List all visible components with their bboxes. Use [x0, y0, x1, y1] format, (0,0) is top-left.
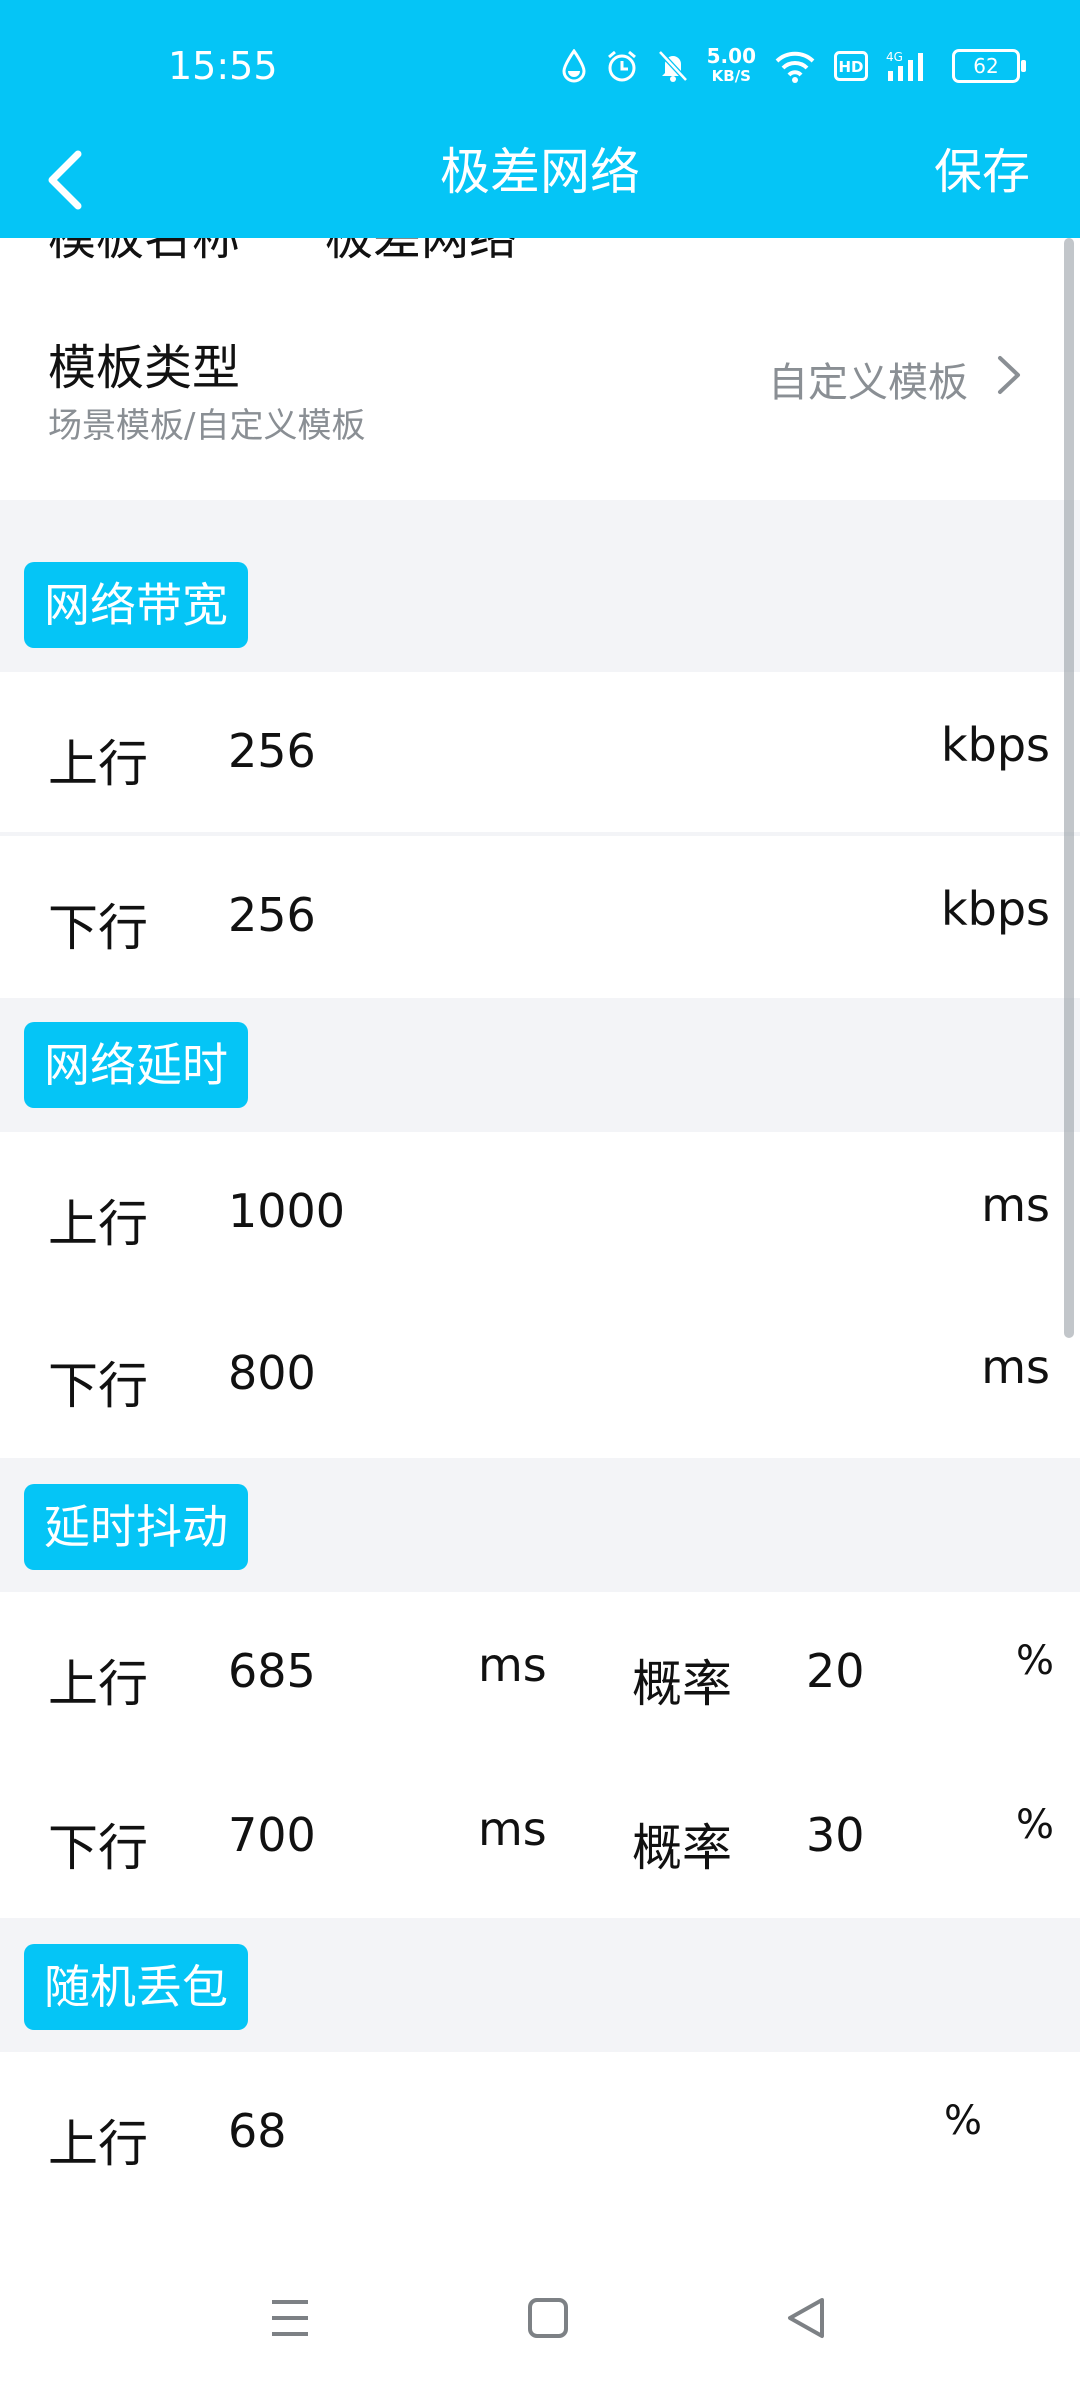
jitter-up-prob-label: 概率: [632, 1655, 732, 1713]
packet-loss-up-row: 上行 68 %: [0, 2052, 1080, 2212]
jitter-down-prob-input[interactable]: 30: [806, 1808, 865, 1862]
data-saver-icon: [562, 49, 586, 83]
scrollbar[interactable]: [1064, 238, 1074, 1338]
latency-up-row: 上行 1000 ms: [0, 1132, 1080, 1292]
bandwidth-up-row: 上行 256 kbps: [0, 672, 1080, 832]
latency-down-input[interactable]: 800: [228, 1346, 316, 1400]
wifi-icon: [775, 51, 815, 83]
status-bar: 15:55 5.00 KB/S HD 4G 62: [0, 0, 1080, 138]
mute-bell-icon: [657, 50, 688, 82]
template-name-row[interactable]: 模板名称 极差网络: [0, 238, 1080, 288]
template-form: 模板名称 极差网络 模板类型 场景模板/自定义模板 自定义模板 网络带宽 上行 …: [0, 238, 1080, 2248]
signal-4g-icon: 4G: [886, 50, 923, 81]
packet-loss-up-label: 上行: [48, 2115, 148, 2173]
bandwidth-down-unit: kbps: [940, 882, 1050, 936]
chevron-right-icon: [998, 356, 1020, 394]
template-type-row[interactable]: 模板类型 场景模板/自定义模板 自定义模板: [0, 328, 1080, 498]
latency-down-label: 下行: [48, 1357, 148, 1415]
jitter-up-input[interactable]: 685: [228, 1644, 316, 1698]
bandwidth-down-row: 下行 256 kbps: [0, 836, 1080, 996]
system-nav-bar: [0, 2248, 1080, 2400]
status-icons: 5.00 KB/S HD 4G 62: [561, 40, 1026, 92]
jitter-section-tag: 延时抖动: [24, 1484, 248, 1570]
bandwidth-down-input[interactable]: 256: [228, 888, 316, 942]
latency-up-input[interactable]: 1000: [228, 1184, 345, 1238]
menu-icon[interactable]: [260, 2288, 320, 2348]
latency-down-unit: ms: [981, 1340, 1050, 1394]
template-name-label: 模板名称: [48, 238, 241, 266]
network-speed: 5.00 KB/S: [706, 44, 756, 85]
save-button[interactable]: 保存: [934, 142, 1030, 202]
bandwidth-section-tag: 网络带宽: [24, 562, 248, 648]
jitter-up-prob-unit: %: [1015, 1638, 1054, 1684]
jitter-down-prob-label: 概率: [632, 1819, 732, 1877]
template-type-hint: 场景模板/自定义模板: [48, 406, 366, 446]
svg-text:HD: HD: [838, 58, 863, 76]
alarm-icon: [607, 50, 636, 82]
packet-loss-up-input[interactable]: 68: [228, 2104, 287, 2158]
bandwidth-up-input[interactable]: 256: [228, 724, 316, 778]
page-title: 极差网络: [440, 143, 640, 201]
bandwidth-down-label: 下行: [48, 899, 148, 957]
svg-text:4G: 4G: [886, 50, 903, 64]
jitter-up-row: 上行 685 ms 概率 20 %: [0, 1592, 1080, 1752]
template-type-value[interactable]: 自定义模板: [768, 350, 968, 408]
latency-up-unit: ms: [981, 1178, 1050, 1232]
latency-down-row: 下行 800 ms: [0, 1294, 1080, 1454]
jitter-up-unit: ms: [478, 1638, 547, 1692]
jitter-down-unit: ms: [478, 1802, 547, 1856]
packet-loss-up-unit: %: [943, 2098, 982, 2144]
packet-loss-section-tag: 随机丢包: [24, 1944, 248, 2030]
jitter-down-row: 下行 700 ms 概率 30 %: [0, 1756, 1080, 1916]
jitter-up-label: 上行: [48, 1655, 148, 1713]
jitter-down-input[interactable]: 700: [228, 1808, 316, 1862]
template-name-input[interactable]: 极差网络: [325, 238, 517, 268]
jitter-down-prob-unit: %: [1015, 1802, 1054, 1848]
jitter-down-label: 下行: [48, 1819, 148, 1877]
jitter-up-prob-input[interactable]: 20: [806, 1644, 865, 1698]
template-type-label: 模板类型: [48, 340, 241, 396]
status-time: 15:55: [168, 44, 278, 88]
bandwidth-up-unit: kbps: [940, 718, 1050, 772]
latency-up-label: 上行: [48, 1195, 148, 1253]
hd-icon: HD: [834, 51, 868, 81]
latency-section-tag: 网络延时: [24, 1022, 248, 1108]
bandwidth-up-label: 上行: [48, 735, 148, 793]
home-icon[interactable]: [518, 2288, 578, 2348]
battery-indicator: 62: [952, 49, 1026, 83]
app-bar: 极差网络 保存: [0, 138, 1080, 238]
back-triangle-icon[interactable]: [776, 2288, 836, 2348]
